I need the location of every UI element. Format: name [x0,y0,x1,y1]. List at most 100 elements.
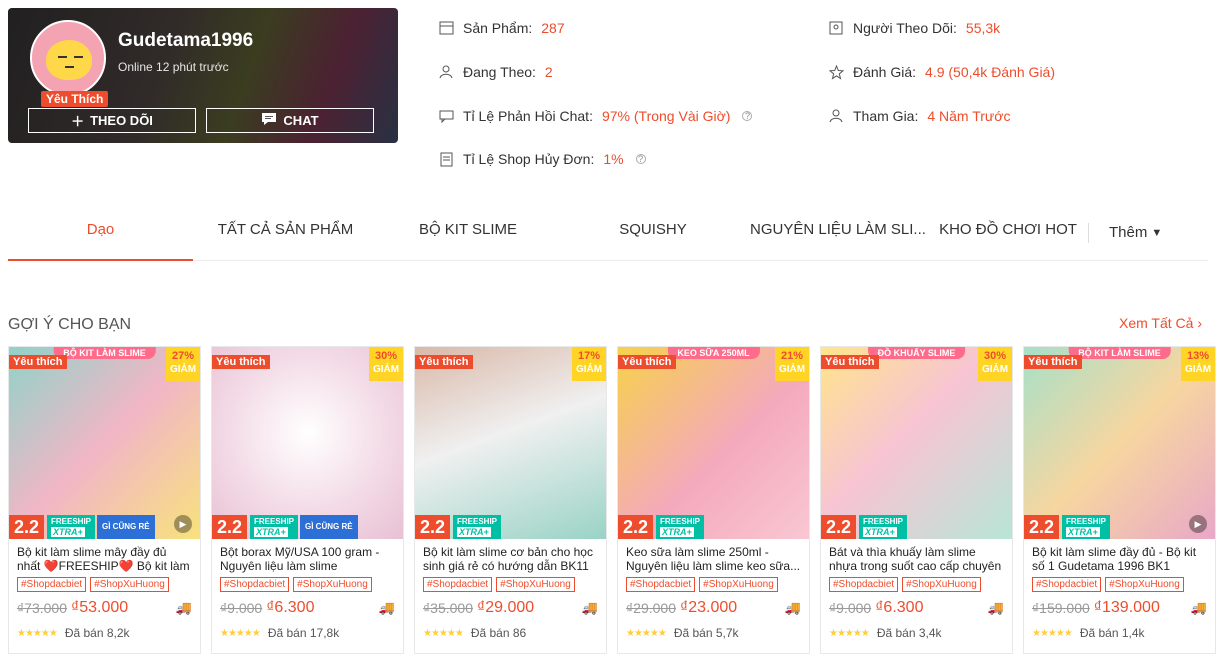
product-banner: ĐỒ KHUẤY SLIME [867,347,966,359]
cancel-order-icon [438,151,454,167]
tab-hot-toys[interactable]: KHO ĐỒ CHƠI HOT [928,205,1088,261]
tag-label[interactable]: #ShopXuHuong [1105,577,1184,592]
store-icon [438,20,454,36]
promo-22-badge: 2.2 [821,515,857,539]
help-icon[interactable]: ? [742,111,753,121]
followers-count: 55,3k [965,20,1001,36]
freeship-badge: FREESHIP XTRA+ [453,515,502,539]
tag-label[interactable]: #Shopdacbiet [17,577,87,592]
star-icon [828,64,844,80]
product-name[interactable]: Bộ kit làm slime mây đầy đủ nhất ❤️FREES… [17,545,192,573]
chevron-right-icon: › [1197,315,1202,331]
help-icon[interactable]: ? [635,154,646,164]
product-image[interactable]: BỘ KIT LÀM SLIME Yêu thích 13% GIẢM 2.2 F… [1024,347,1215,539]
tab-all-products[interactable]: TẤT CẢ SẢN PHẨM [193,205,378,261]
product-card[interactable]: Yêu thích 30% GIẢM 2.2 FREESHIP XTRA+ GÌ C… [211,346,404,654]
product-card[interactable]: Yêu thích 17% GIẢM 2.2 FREESHIP XTRA+ Bộ k… [414,346,607,654]
freeship-badge: FREESHIP XTRA+ [250,515,299,539]
tag-label[interactable]: #Shopdacbiet [1032,577,1102,592]
freeship-badge: FREESHIP XTRA+ [1062,515,1111,539]
product-name[interactable]: Bát và thìa khuấy làm slime nhựa trong s… [829,545,1004,573]
free-shipping-truck-icon: 🚚 [175,600,192,615]
follow-button[interactable]: ＋ THEO DÕI [28,108,196,133]
sale-price: ₫53.000 [71,599,129,616]
sold-count: Đã bán 8,2k [64,626,130,640]
tag-label[interactable]: #ShopXuHuong [293,577,372,592]
product-image[interactable]: ĐỒ KHUẤY SLIME Yêu thích 30% GIẢM 2.2 FRE… [821,347,1012,539]
tag-label[interactable]: #ShopXuHuong [902,577,981,592]
tag-label[interactable]: #ShopXuHuong [699,577,778,592]
product-name[interactable]: Bộ kit làm slime cơ bản cho học sinh giá… [423,545,598,573]
product-image[interactable]: Yêu thích 17% GIẢM 2.2 FREESHIP XTRA+ [415,347,606,539]
rating-stars-icon: ★★★★★ [829,627,870,639]
stat-rating: Đánh Giá: 4.9 (50,4k Đánh Giá) [828,64,1055,80]
chat-response-icon [438,108,454,124]
see-all-link[interactable]: Xem Tất Cả › [1119,315,1202,331]
play-video-icon[interactable]: ▶ [1189,515,1207,533]
stat-cancel-rate: Tỉ Lệ Shop Hủy Đơn: 1% ? [438,151,646,167]
product-card[interactable]: BỘ KIT LÀM SLIME Yêu thích 13% GIẢM 2.2 F… [1023,346,1216,654]
joined-value: 4 Năm Trước [927,108,1011,124]
tab-squishy[interactable]: SQUISHY [558,205,748,261]
favorite-tag: Yêu thích [1024,355,1082,369]
product-card[interactable]: BỘ KIT LÀM SLIME Yêu thích 27% GIẢM 2.2 F… [8,346,201,654]
product-banner: KEO SỮA 250ML [667,347,760,359]
free-shipping-truck-icon: 🚚 [1190,600,1207,615]
original-price: ₫29.000 [626,600,677,616]
user-icon [438,64,454,80]
tag-label[interactable]: #Shopdacbiet [220,577,290,592]
following-count: 2 [544,64,553,80]
favorite-tag: Yêu thích [9,355,67,369]
tag-label[interactable]: #ShopXuHuong [90,577,169,592]
product-name[interactable]: Bộ kit làm slime đầy đủ - Bộ kit số 1 Gu… [1032,545,1207,573]
follow-label: THEO DÕI [90,113,153,128]
sale-price: ₫6.300 [266,599,315,616]
discount-badge: 13% GIẢM [1181,347,1215,381]
cheap-badge: GÌ CŨNG RẺ [97,515,155,539]
tag-label[interactable]: #Shopdacbiet [626,577,696,592]
tab-slime-kits[interactable]: BỘ KIT SLIME [378,205,558,261]
tag-label[interactable]: #Shopdacbiet [423,577,493,592]
discount-badge: 27% GIẢM [166,347,200,381]
discount-badge: 21% GIẢM [775,347,809,381]
tag-label[interactable]: #Shopdacbiet [829,577,899,592]
favorite-tag: Yêu thích [821,355,879,369]
tag-label[interactable]: #ShopXuHuong [496,577,575,592]
stat-following: Đang Theo: 2 [438,64,553,80]
tab-slime-ingredients[interactable]: NGUYÊN LIỆU LÀM SLI... [748,205,928,261]
promo-22-badge: 2.2 [9,515,45,539]
favorite-tag: Yêu thích [618,355,676,369]
original-price: ₫159.000 [1032,600,1090,616]
shop-avatar[interactable] [30,20,106,96]
tab-more[interactable]: Thêm ▼ [1088,222,1162,243]
chat-response-rate: 97% (Trong Vài Giờ) [601,108,731,124]
original-price: ₫73.000 [17,600,68,616]
product-card[interactable]: KEO SỮA 250ML Yêu thích 21% GIẢM 2.2 FREE… [617,346,810,654]
promo-22-badge: 2.2 [212,515,248,539]
product-name[interactable]: Bột borax Mỹ/USA 100 gram - Nguyên liệu … [220,545,395,573]
product-image[interactable]: KEO SỮA 250ML Yêu thích 21% GIẢM 2.2 FREE… [618,347,809,539]
stat-products: Sản Phẩm: 287 [438,20,565,36]
chat-button[interactable]: CHAT [206,108,374,133]
product-image[interactable]: Yêu thích 30% GIẢM 2.2 FREESHIP XTRA+ GÌ C… [212,347,403,539]
shop-nav-tabs: Dạo TẤT CẢ SẢN PHẨM BỘ KIT SLIME SQUISHY… [8,205,1208,261]
freeship-badge: FREESHIP XTRA+ [47,515,96,539]
tab-home[interactable]: Dạo [8,205,193,261]
cheap-badge: GÌ CŨNG RẺ [300,515,358,539]
sold-count: Đã bán 1,4k [1079,626,1145,640]
sold-count: Đã bán 5,7k [673,626,739,640]
product-name[interactable]: Keo sữa làm slime 250ml - Nguyên liệu là… [626,545,801,573]
play-video-icon[interactable]: ▶ [174,515,192,533]
rating-value: 4.9 (50,4k Đánh Giá) [925,64,1056,80]
product-image[interactable]: BỘ KIT LÀM SLIME Yêu thích 27% GIẢM 2.2 F… [9,347,200,539]
free-shipping-truck-icon: 🚚 [581,600,598,615]
product-card[interactable]: ĐỒ KHUẤY SLIME Yêu thích 30% GIẢM 2.2 FRE… [820,346,1013,654]
sold-count: Đã bán 86 [470,626,527,640]
chat-icon [261,112,277,129]
favorite-tag: Yêu thích [212,355,270,369]
stat-joined: Tham Gia: 4 Năm Trước [828,108,1010,124]
original-price: ₫9.000 [220,600,263,616]
section-title: GỢI Ý CHO BẠN [8,316,132,333]
rating-stars-icon: ★★★★★ [220,627,261,639]
freeship-badge: FREESHIP XTRA+ [859,515,908,539]
